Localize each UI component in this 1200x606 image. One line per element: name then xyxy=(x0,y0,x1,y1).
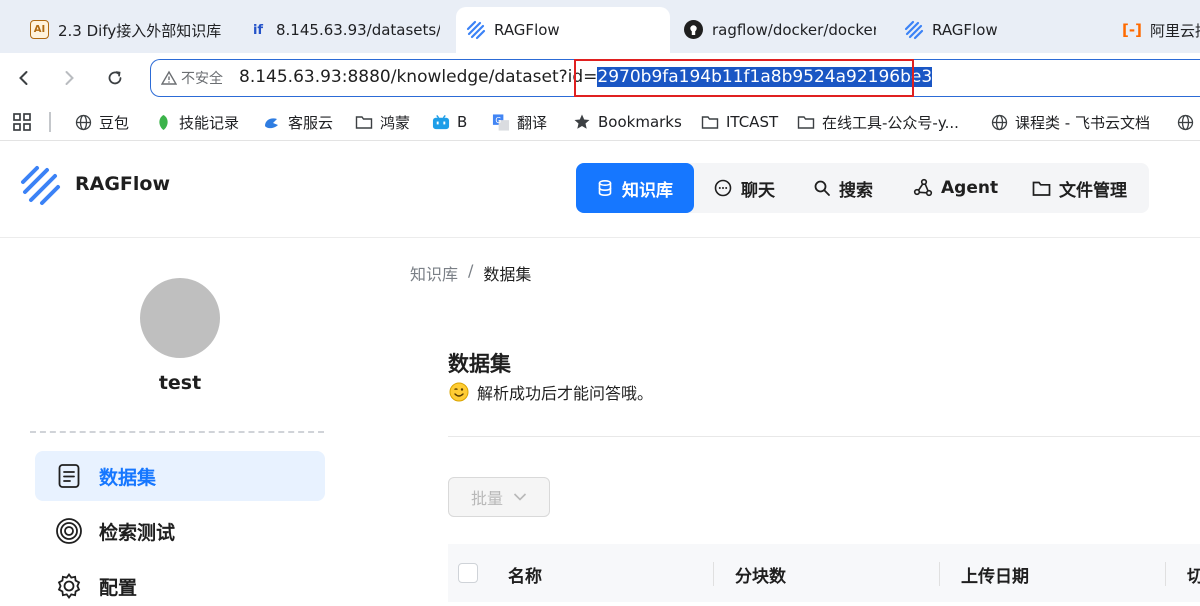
bookmark-item[interactable]: 鸿蒙 xyxy=(355,111,410,133)
knowledge-dataset-page: test 数据集 检索测试 配置 知识库 / 数据集 数据集 解析成功后才能问答… xyxy=(0,237,1200,606)
ragflow-logo-icon[interactable] xyxy=(20,165,62,211)
column-divider xyxy=(1165,562,1166,586)
select-all-checkbox[interactable] xyxy=(458,563,478,583)
page-title: 数据集 xyxy=(448,352,511,376)
breadcrumb: 知识库 / 数据集 xyxy=(410,261,531,285)
sidebar-item-dataset[interactable]: 数据集 xyxy=(35,451,325,501)
security-indicator[interactable]: 不安全 xyxy=(161,68,223,88)
column-divider xyxy=(939,562,940,586)
leaf-icon xyxy=(154,113,172,131)
nav-agent[interactable]: Agent xyxy=(913,163,998,213)
github-icon xyxy=(684,20,703,39)
knowledge-base-avatar xyxy=(140,278,220,358)
bookmark-item[interactable]: 在线工具-公众号-y... xyxy=(797,111,959,133)
aliyun-icon: [-] xyxy=(1122,21,1142,39)
nav-search[interactable]: 搜索 xyxy=(813,163,873,213)
sidebar-item-retrieval-test[interactable]: 检索测试 xyxy=(35,506,325,556)
bookmark-item[interactable]: B xyxy=(432,111,467,133)
column-header-chunk-count[interactable]: 分块数 xyxy=(735,562,786,587)
arrow-right-icon xyxy=(65,71,74,85)
browser-tab[interactable]: [-] 阿里云控 xyxy=(1122,7,1200,53)
sidebar-divider xyxy=(30,431,324,433)
warning-icon xyxy=(161,70,177,85)
star-icon xyxy=(573,113,591,131)
column-header-upload-date[interactable]: 上传日期 xyxy=(961,562,1029,587)
ragflow-icon xyxy=(466,20,486,40)
bilibili-icon xyxy=(432,113,450,131)
back-button[interactable] xyxy=(12,66,36,90)
main-nav: 知识库 聊天 搜索 Agent 文件管理 xyxy=(576,163,1149,213)
browser-tab-strip: AI 2.3 Dify接入外部知识库 if 8.145.63.93/datase… xyxy=(0,0,1200,53)
bookmark-item[interactable]: 课程类 - 飞书云文档 xyxy=(990,111,1150,133)
bookmark-item[interactable]: 豆包 xyxy=(74,111,129,133)
document-icon xyxy=(55,462,83,490)
bookmark-item[interactable]: ITCAST xyxy=(701,111,778,133)
breadcrumb-current: 数据集 xyxy=(483,265,532,284)
column-header-name[interactable]: 名称 xyxy=(508,562,542,587)
url-text[interactable]: 8.145.63.93:8880/knowledge/dataset?id=29… xyxy=(239,67,933,87)
browser-tab[interactable]: ragflow/docker/docker xyxy=(684,7,876,53)
globe-icon xyxy=(74,113,92,131)
bookmark-item[interactable]: G 翻译 xyxy=(492,111,547,133)
cloud-icon xyxy=(263,113,281,131)
address-bar[interactable]: 不安全 8.145.63.93:8880/knowledge/dataset?i… xyxy=(150,59,1200,97)
parse-tip: 解析成功后才能问答哦。 xyxy=(449,380,653,404)
breadcrumb-separator: / xyxy=(468,261,474,280)
browser-tab[interactable]: RAGFlow xyxy=(904,7,1094,53)
database-icon xyxy=(598,179,612,197)
arrow-left-icon xyxy=(19,71,28,85)
gear-icon xyxy=(55,572,83,600)
nav-file-management[interactable]: 文件管理 xyxy=(1032,163,1127,213)
browser-tab[interactable]: AI 2.3 Dify接入外部知识库 xyxy=(30,7,230,53)
folder-icon xyxy=(797,113,815,131)
bookmark-item[interactable]: Bookmarks xyxy=(573,111,682,133)
folder-icon xyxy=(701,113,719,131)
column-divider xyxy=(713,562,714,586)
column-header-partial[interactable]: 切 xyxy=(1187,562,1200,587)
bookmarks-bar: 豆包 技能记录 客服云 鸿蒙 B G 翻译 Bookmarks ITCAST 在… xyxy=(0,103,1200,141)
chat-icon xyxy=(714,179,732,197)
url-selected-id: 2970b9fa194b11f1a8b9524a92196be3 xyxy=(597,67,933,87)
chevron-down-icon xyxy=(513,493,527,501)
section-divider xyxy=(448,436,1200,437)
batch-actions-button[interactable]: 批量 xyxy=(448,477,550,517)
browser-tab[interactable]: if 8.145.63.93/datasets/c xyxy=(248,7,440,53)
translate-icon: G xyxy=(492,113,510,131)
browser-tab-active[interactable]: RAGFlow xyxy=(456,7,670,53)
svg-text:G: G xyxy=(495,115,501,124)
globe-icon xyxy=(1176,113,1194,131)
breadcrumb-link[interactable]: 知识库 xyxy=(410,261,458,285)
folder-icon xyxy=(355,113,373,131)
knowledge-base-name: test xyxy=(158,372,202,394)
reload-icon xyxy=(108,71,122,85)
table-header: 名称 分块数 上传日期 切 xyxy=(448,544,1200,602)
folder-icon xyxy=(1032,181,1051,196)
wink-emoji-icon xyxy=(449,382,469,402)
bookmark-item[interactable]: 客服云 xyxy=(263,111,333,133)
dify-icon: if xyxy=(252,22,264,38)
reload-button[interactable] xyxy=(103,66,127,90)
bookmark-item[interactable]: 技能记录 xyxy=(154,111,239,133)
ai-doc-icon: AI xyxy=(30,20,49,39)
bookmark-overflow[interactable] xyxy=(1176,111,1194,133)
brand-name[interactable]: RAGFlow xyxy=(75,173,170,195)
nav-knowledge-base[interactable]: 知识库 xyxy=(576,163,694,213)
sidebar-item-settings[interactable]: 配置 xyxy=(35,561,325,606)
bookmarks-divider xyxy=(49,112,51,132)
search-icon xyxy=(814,180,830,196)
globe-icon xyxy=(990,113,1008,131)
forward-button[interactable] xyxy=(57,66,81,90)
target-icon xyxy=(55,517,83,545)
ragflow-icon xyxy=(904,20,924,40)
nav-chat[interactable]: 聊天 xyxy=(713,163,775,213)
agent-icon xyxy=(913,178,933,197)
app-header: RAGFlow 知识库 聊天 搜索 Agent 文件管理 xyxy=(0,141,1200,237)
apps-button[interactable] xyxy=(12,111,32,133)
browser-toolbar: 不安全 8.145.63.93:8880/knowledge/dataset?i… xyxy=(0,53,1200,103)
apps-grid-icon xyxy=(13,113,31,131)
